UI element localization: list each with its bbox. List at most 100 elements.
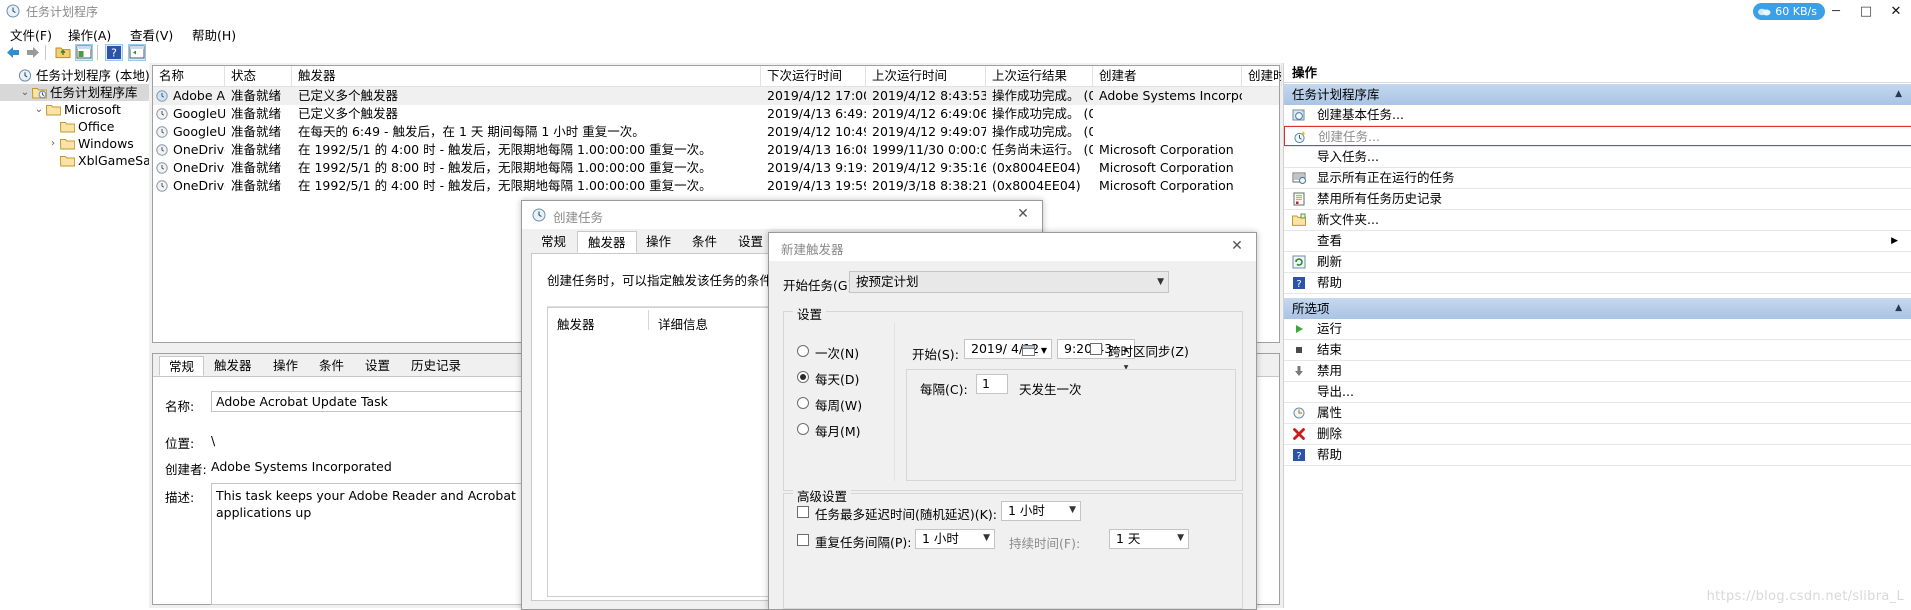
network-speed-badge[interactable]: 60 KB/s: [1753, 3, 1825, 20]
create-task-tab-设置[interactable]: 设置: [728, 231, 773, 253]
new-trigger-close-icon[interactable]: ✕: [1227, 237, 1247, 255]
table-cell-trigger: 在每天的 6:49 - 触发后，在 1 天 期间每隔 1 小时 重复一次。: [298, 124, 645, 139]
twisty-icon[interactable]: ⌄: [18, 84, 32, 101]
action-item-1-4[interactable]: 属性: [1284, 403, 1911, 423]
create-task-tab-触发器[interactable]: 触发器: [577, 231, 637, 253]
checkbox-box: [797, 506, 809, 518]
create-task-tab-操作[interactable]: 操作: [636, 231, 681, 253]
actions-pane: 操作 任务计划程序库 ▲ 创建基本任务... 创建任务... 导入任务... 显示所有正在…: [1283, 63, 1911, 608]
minimize-button[interactable]: ─: [1821, 0, 1851, 22]
properties-icon[interactable]: [75, 44, 93, 61]
detail-tab-常规[interactable]: 常规: [159, 356, 205, 376]
action-item-1-6[interactable]: ? 帮助: [1284, 445, 1911, 465]
table-row[interactable]: GoogleUp... 准备就绪 在每天的 6:49 - 触发后，在 1 天 期间每…: [153, 123, 1279, 141]
twisty-icon[interactable]: ⌄: [32, 101, 46, 118]
detail-tab-设置[interactable]: 设置: [356, 356, 399, 376]
tree-item-5[interactable]: XblGameSave: [0, 152, 166, 169]
task-list-column-header[interactable]: 上次运行时间: [866, 66, 986, 86]
action-item-1-5[interactable]: 删除: [1284, 424, 1911, 444]
create-task-tab-常规[interactable]: 常规: [531, 231, 576, 253]
task-list-column-header[interactable]: 下次运行时间: [761, 66, 866, 86]
action-item-label: 帮助: [1317, 275, 1343, 290]
action-item-label: 运行: [1317, 321, 1343, 336]
action-item-0-0[interactable]: 创建基本任务...: [1284, 105, 1911, 125]
table-cell-name: GoogleUp...: [173, 124, 225, 139]
clock-icon: [532, 208, 546, 222]
detail-tab-条件[interactable]: 条件: [310, 356, 353, 376]
create-task-close-icon[interactable]: ✕: [1013, 205, 1033, 223]
tree-item-1[interactable]: ⌄ 任务计划程序库: [0, 84, 149, 101]
begin-task-value: 按预定计划: [856, 274, 919, 289]
radio-label: 每周(W): [815, 398, 863, 413]
table-cell-last_result: 操作成功完成。 (0x0): [992, 124, 1093, 139]
back-icon[interactable]: [4, 44, 22, 61]
action-item-0-5[interactable]: 新文件夹...: [1284, 210, 1911, 230]
actions-group-header-0[interactable]: 任务计划程序库 ▲: [1284, 84, 1911, 105]
new-trigger-dialog-title: 新建触发器: [781, 242, 844, 257]
action-item-0-2[interactable]: 导入任务...: [1284, 147, 1911, 167]
action-item-0-7[interactable]: 刷新: [1284, 252, 1911, 272]
table-cell-name: OneDrive S...: [173, 142, 225, 157]
chevron-up-icon[interactable]: ▲: [1895, 298, 1902, 319]
repeat-value: 1 小时: [922, 531, 959, 546]
date-dropdown-icon[interactable]: ▼: [1041, 342, 1047, 360]
interval-input[interactable]: 1: [976, 374, 1008, 394]
tree-item-3[interactable]: Office: [0, 118, 149, 135]
table-row[interactable]: GoogleUp... 准备就绪 已定义多个触发器 2019/4/13 6:49:06…: [153, 105, 1279, 123]
duration-combo[interactable]: 1 天 ▼: [1109, 529, 1189, 549]
twisty-icon[interactable]: ›: [46, 135, 60, 152]
tree-item-0[interactable]: 任务计划程序 (本地): [0, 67, 150, 84]
action-item-0-4[interactable]: 禁用所有任务历史记录: [1284, 189, 1911, 209]
maximize-button[interactable]: □: [1851, 0, 1881, 22]
chevron-up-icon[interactable]: ▲: [1895, 84, 1902, 105]
folder-up-icon[interactable]: [54, 44, 72, 61]
trigger-list-col-trigger: 触发器: [557, 317, 595, 332]
detail-tab-触发器[interactable]: 触发器: [205, 356, 261, 376]
table-cell-author: Microsoft Corporation: [1099, 160, 1234, 175]
task-list-column-header[interactable]: 创建者: [1093, 66, 1242, 86]
task-list-column-header[interactable]: 名称: [153, 66, 225, 86]
action-item-0-6[interactable]: 查看 ▶: [1284, 231, 1911, 251]
help-icon[interactable]: ?: [105, 44, 123, 61]
action-item-0-8[interactable]: ? 帮助: [1284, 273, 1911, 293]
task-list-column-header[interactable]: 上次运行结果: [986, 66, 1093, 86]
action-item-0-3[interactable]: 显示所有正在运行的任务: [1284, 168, 1911, 188]
table-row[interactable]: OneDrive S... 准备就绪 在 1992/5/1 的 4:00 时 - 触…: [153, 177, 1279, 195]
tree-item-4[interactable]: › Windows: [0, 135, 149, 152]
table-cell-last_run: 2019/4/12 6:49:06: [872, 106, 986, 121]
action-item-1-0[interactable]: 运行: [1284, 319, 1911, 339]
detail-tab-历史记录[interactable]: 历史记录: [402, 356, 470, 376]
action-item-1-2[interactable]: 禁用: [1284, 361, 1911, 381]
svg-text:?: ?: [1296, 451, 1301, 462]
forward-icon[interactable]: [24, 44, 42, 61]
table-row[interactable]: OneDrive S... 准备就绪 在 1992/5/1 的 4:00 时 - 触…: [153, 141, 1279, 159]
create-task-icon: [1293, 130, 1307, 144]
actions-group-header-1[interactable]: 所选项 ▲: [1284, 298, 1911, 319]
delay-combo[interactable]: 1 小时 ▼: [1001, 501, 1081, 521]
action-item-label: 导入任务...: [1317, 149, 1379, 164]
action-item-0-1[interactable]: 创建任务...: [1284, 126, 1911, 146]
repeat-combo[interactable]: 1 小时 ▼: [915, 529, 995, 549]
library-folder-icon: [31, 86, 48, 99]
task-list-column-header[interactable]: 状态: [225, 66, 292, 86]
begin-task-combo[interactable]: 按预定计划 ▼: [849, 271, 1169, 293]
calendar-icon[interactable]: [1022, 343, 1035, 356]
action-item-1-1[interactable]: 结束: [1284, 340, 1911, 360]
task-list-column-header[interactable]: 触发器: [292, 66, 761, 86]
table-cell-author: [1093, 105, 1242, 123]
action-item-label: 禁用: [1317, 363, 1343, 378]
tree-item-2[interactable]: ⌄ Microsoft: [0, 101, 149, 118]
new-trigger-titlebar: 新建触发器 ✕: [769, 233, 1256, 261]
sync-timezone-label: 跨时区同步(Z): [1108, 344, 1189, 359]
start-date-input[interactable]: 2019/ 4/12 ▼: [964, 339, 1052, 359]
close-button[interactable]: ✕: [1881, 0, 1911, 22]
table-row[interactable]: Adobe Acr... 准备就绪 已定义多个触发器 2019/4/12 17:00:…: [153, 87, 1279, 105]
action-item-1-3[interactable]: 导出...: [1284, 382, 1911, 402]
create-task-tab-条件[interactable]: 条件: [682, 231, 727, 253]
task-list-column-header[interactable]: 创建时间: [1242, 66, 1282, 86]
detail-tab-操作[interactable]: 操作: [264, 356, 307, 376]
show-pane-icon[interactable]: [128, 44, 146, 61]
table-row[interactable]: OneDrive S... 准备就绪 在 1992/5/1 的 8:00 时 - 触…: [153, 159, 1279, 177]
table-cell-last_run: 2019/4/12 9:35:16: [872, 160, 986, 175]
stop-icon: [1292, 343, 1306, 357]
